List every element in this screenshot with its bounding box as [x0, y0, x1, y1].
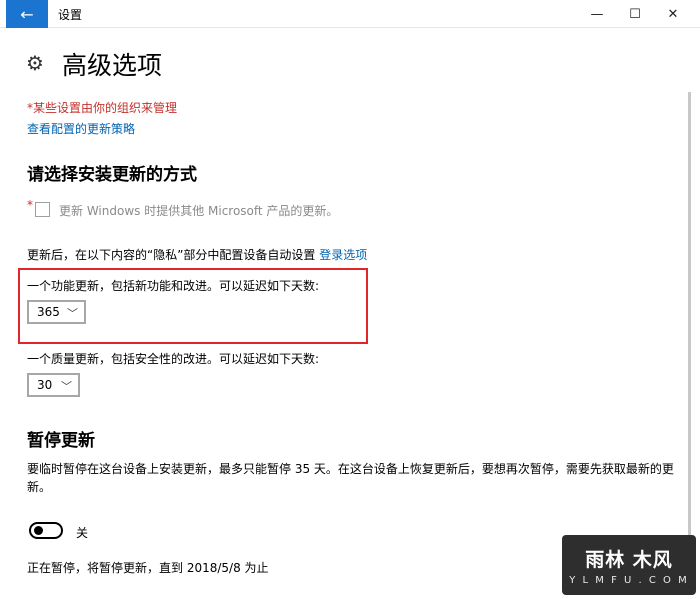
pause-status-text: 正在暂停，将暂停更新，直到 2018/5/8 为止 [27, 561, 269, 575]
pause-description: 要临时暂停在这台设备上安装更新，最多只能暂停 35 天。在这台设备上恢复更新后，… [27, 462, 674, 494]
close-icon: ✕ [667, 6, 679, 22]
install-section-title: 请选择安装更新的方式 [27, 165, 197, 185]
managed-star: * [27, 198, 33, 212]
page-title: 高级选项 [62, 51, 163, 80]
window-title: 设置 [58, 8, 83, 22]
pause-updates-toggle[interactable] [29, 522, 63, 539]
chevron-down-icon: ﹀ [67, 307, 78, 320]
sign-in-options-link[interactable]: 登录选项 [319, 248, 367, 262]
watermark-url-text: Y L M F U . C O M [569, 574, 689, 586]
vertical-scrollbar[interactable] [688, 92, 691, 562]
feature-update-days-value: 365 [37, 305, 60, 319]
back-arrow-icon: ← [20, 4, 34, 24]
quality-update-days-select[interactable]: 30 ﹀ [27, 373, 80, 397]
title-bar: ← 设置 — ☐ ✕ [0, 0, 700, 28]
other-products-checkbox-label: 更新 Windows 时提供其他 Microsoft 产品的更新。 [59, 204, 339, 218]
watermark-main-text: 雨林 木风 [585, 548, 673, 571]
pause-toggle-state-label: 关 [76, 526, 89, 540]
sign-in-info-text: 更新后，在以下内容的“隐私”部分中配置设备自动设置 [27, 248, 320, 262]
sign-in-info: 更新后，在以下内容的“隐私”部分中配置设备自动设置 登录选项 [27, 246, 367, 263]
feature-update-label: 一个功能更新，包括新功能和改进。可以延迟如下天数: [27, 279, 320, 293]
quality-update-label: 一个质量更新，包括安全性的改进。可以延迟如下天数: [27, 352, 320, 366]
gear-icon: ⚙ [26, 51, 44, 75]
quality-update-days-value: 30 [37, 378, 53, 392]
toggle-knob [34, 526, 43, 535]
site-watermark-logo: 雨林 木风 Y L M F U . C O M [562, 535, 696, 595]
feature-update-days-select[interactable]: 365 ﹀ [27, 300, 86, 324]
chevron-down-icon: ﹀ [61, 380, 72, 393]
close-button[interactable]: ✕ [651, 0, 695, 28]
minimize-icon: — [590, 6, 604, 22]
other-products-checkbox[interactable] [35, 202, 50, 217]
maximize-icon: ☐ [629, 6, 641, 22]
managed-notice: *某些设置由你的组织来管理 [27, 101, 178, 115]
pause-section-title: 暂停更新 [27, 431, 95, 451]
view-policies-link[interactable]: 查看配置的更新策略 [27, 120, 135, 137]
back-button[interactable]: ← [6, 0, 48, 28]
